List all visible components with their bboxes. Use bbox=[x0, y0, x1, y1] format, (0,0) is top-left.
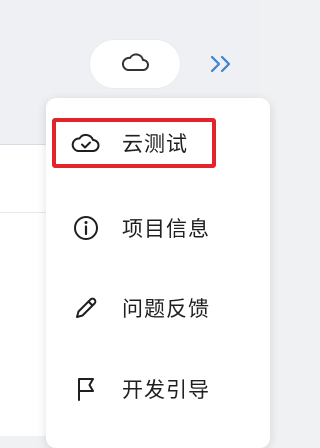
menu-item-feedback[interactable]: 问题反馈 bbox=[46, 275, 270, 341]
collapse-button[interactable] bbox=[206, 54, 238, 78]
menu-item-cloud-test[interactable]: 云测试 bbox=[46, 110, 270, 176]
double-chevron-right-icon bbox=[208, 54, 236, 78]
menu-item-label: 云测试 bbox=[122, 132, 188, 156]
pencil-icon bbox=[70, 292, 102, 324]
cloud-button[interactable] bbox=[90, 40, 180, 88]
cloud-icon bbox=[120, 51, 150, 77]
menu-item-project-info[interactable]: 项目信息 bbox=[46, 195, 270, 261]
cloud-check-icon bbox=[70, 127, 102, 159]
menu-item-label: 开发引导 bbox=[122, 378, 210, 402]
flag-icon bbox=[70, 373, 102, 405]
info-circle-icon bbox=[70, 212, 102, 244]
dropdown-menu: 云测试 项目信息 问题反馈 开发引导 bbox=[46, 98, 270, 448]
menu-item-label: 问题反馈 bbox=[122, 297, 210, 321]
menu-item-dev-guide[interactable]: 开发引导 bbox=[46, 356, 270, 422]
menu-item-label: 项目信息 bbox=[122, 217, 210, 241]
